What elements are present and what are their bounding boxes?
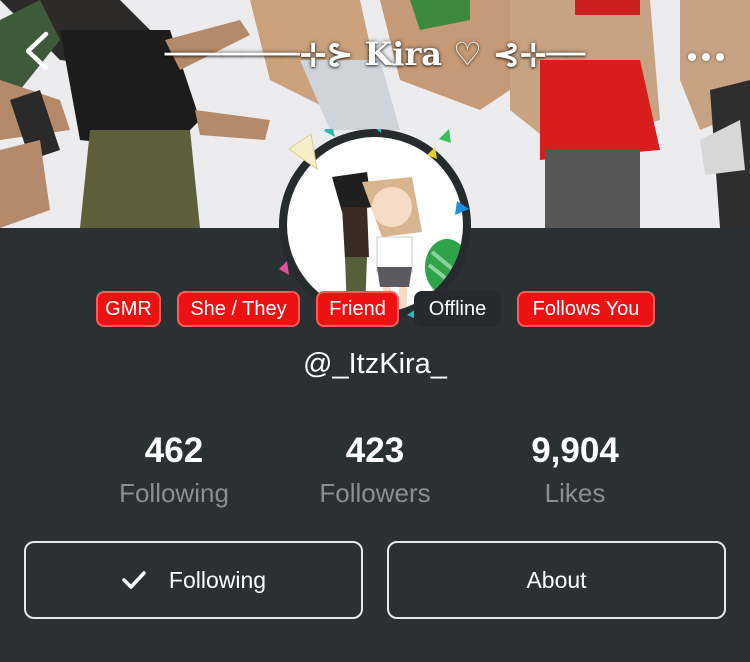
about-button-label: About — [526, 566, 587, 593]
tag-label: Offline — [428, 297, 487, 320]
checkmark-icon — [122, 571, 146, 589]
tag-label: She / They — [190, 297, 287, 320]
about-button[interactable]: About — [387, 541, 726, 619]
back-button[interactable] — [22, 30, 70, 86]
tag-label: GMR — [105, 297, 152, 320]
stat-likes[interactable]: 9,904 Likes — [455, 428, 695, 509]
profile-title: ───────⊹⊱ Kira ♡ ⊰⊹── — [164, 35, 586, 73]
following-button-label: Following — [168, 566, 267, 593]
profile-tags: GMR She / They Friend Offline Follows Yo… — [0, 291, 750, 329]
tag-label: Follows You — [532, 297, 640, 320]
more-dot — [702, 53, 710, 61]
following-button[interactable]: Following — [24, 541, 363, 619]
more-horizontal-icon — [688, 53, 696, 61]
tag-friend: Friend — [316, 291, 399, 327]
chevron-left-icon — [25, 31, 49, 71]
more-dot — [716, 53, 724, 61]
tag-offline: Offline — [414, 291, 501, 327]
stat-likes-label: Likes — [544, 478, 606, 508]
tag-gmr: GMR — [96, 291, 161, 327]
tag-follows-you: Follows You — [517, 291, 655, 327]
profile-handle: @_ItzKira_ — [303, 348, 447, 380]
stat-likes-count: 9,904 — [531, 431, 619, 470]
tag-label: Friend — [329, 297, 386, 320]
tag-pronouns: She / They — [177, 291, 300, 327]
more-options-button[interactable] — [676, 40, 736, 74]
